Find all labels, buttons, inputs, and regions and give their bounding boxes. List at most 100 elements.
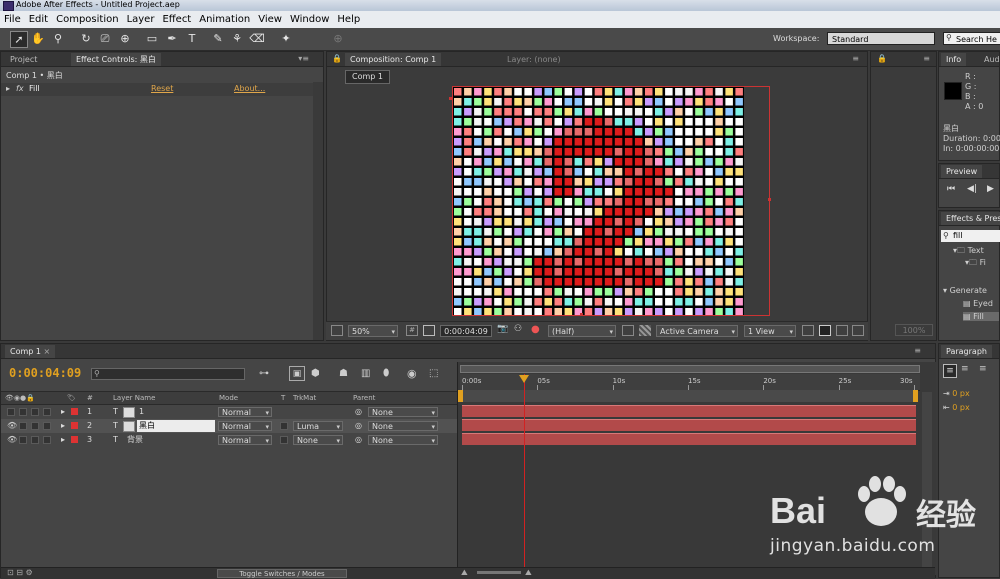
rotation-tool-icon[interactable]: ↻ bbox=[78, 31, 94, 46]
zoom-in-icon[interactable]: ⛰ bbox=[525, 568, 532, 578]
about-link[interactable]: About... bbox=[234, 84, 265, 93]
work-area-start[interactable] bbox=[458, 390, 463, 402]
panel-menu-icon[interactable]: ≡ bbox=[914, 346, 921, 355]
current-time-field[interactable]: 0:00:04:09 bbox=[440, 325, 492, 337]
camera-snapshot-icon[interactable]: 📷 bbox=[497, 324, 508, 334]
menu-composition[interactable]: Composition bbox=[52, 11, 122, 28]
layer-trkmat-select[interactable]: None bbox=[293, 435, 343, 446]
tab-audio[interactable]: Aud bbox=[979, 53, 1000, 66]
draft-3d-icon[interactable]: ⬢ bbox=[311, 368, 320, 379]
visibility-toggle[interactable] bbox=[7, 408, 15, 416]
hide-shy-layers-icon[interactable]: ☗ bbox=[339, 368, 348, 379]
layer-row-1[interactable]: ▸ 1 T 1 Normal ◎ None bbox=[1, 405, 457, 419]
layer-row-2[interactable]: 👁 ▸ 2 T 黑白 Normal Luma ◎ None bbox=[1, 419, 457, 433]
layer-mode-select[interactable]: Normal bbox=[218, 435, 272, 446]
expand-triangle-icon[interactable]: ▸ bbox=[61, 419, 65, 433]
zoom-slider[interactable] bbox=[477, 571, 521, 574]
menu-edit[interactable]: Edit bbox=[25, 11, 52, 28]
panel-menu-icon[interactable]: ▾≡ bbox=[298, 54, 309, 63]
current-time-marker-icon[interactable] bbox=[519, 375, 530, 383]
camera-view-select[interactable]: Active Camera bbox=[656, 325, 738, 338]
indent-first-value[interactable]: 0 px bbox=[952, 403, 969, 412]
scrollbar[interactable] bbox=[313, 82, 323, 340]
camera-tool-icon[interactable]: ⎚ bbox=[97, 31, 113, 46]
toggle-switches-modes-button[interactable]: Toggle Switches / Modes bbox=[217, 569, 347, 578]
effects-category-generate[interactable]: ▾ Generate bbox=[943, 286, 987, 295]
pickwhip-icon[interactable]: ◎ bbox=[355, 405, 362, 419]
graph-editor-icon[interactable]: ◉ bbox=[407, 367, 417, 380]
workspace-select[interactable]: Standard bbox=[827, 32, 935, 45]
tab-layer[interactable]: Layer: (none) bbox=[502, 53, 566, 66]
resolution-select[interactable]: (Half) bbox=[548, 325, 616, 338]
layer-name[interactable]: 黑白 bbox=[137, 420, 215, 432]
first-frame-icon[interactable]: ⏮ bbox=[947, 184, 955, 194]
timeline-graph-area[interactable]: 0:00s 05s 10s 15s 20s 25s 30s bbox=[457, 362, 936, 575]
preserve-transparency-toggle[interactable] bbox=[280, 422, 288, 430]
current-time-indicator[interactable] bbox=[524, 374, 526, 574]
layer-label-color[interactable] bbox=[71, 436, 78, 443]
tab-effect-controls[interactable]: Effect Controls: 黑白 bbox=[71, 53, 161, 66]
panel-menu-icon[interactable]: ≡ bbox=[852, 54, 859, 63]
text-tool-icon[interactable]: T bbox=[184, 31, 200, 46]
show-snapshot-icon[interactable]: ⚇ bbox=[514, 324, 522, 334]
layer-name[interactable]: 背景 bbox=[127, 433, 143, 447]
fast-previews-icon[interactable] bbox=[819, 325, 831, 336]
tab-paragraph[interactable]: Paragraph bbox=[941, 345, 992, 358]
eraser-tool-icon[interactable]: ⌫ bbox=[249, 31, 265, 46]
tab-comp1[interactable]: Comp 1 × bbox=[5, 345, 56, 358]
expand-triangle-icon[interactable]: ▸ bbox=[6, 84, 10, 93]
play-icon[interactable]: ▶ bbox=[987, 184, 994, 194]
menu-file[interactable]: File bbox=[0, 11, 25, 28]
view-layout-select[interactable]: 1 View bbox=[744, 325, 796, 338]
layer-bar-1[interactable] bbox=[462, 405, 916, 417]
layer-mode-select[interactable]: Normal bbox=[218, 421, 272, 432]
layer-mode-select[interactable]: Normal bbox=[218, 407, 272, 418]
work-area-bar[interactable] bbox=[458, 390, 918, 402]
pen-tool-icon[interactable]: ✒ bbox=[164, 31, 180, 46]
hand-tool-icon[interactable]: ✋ bbox=[30, 31, 46, 46]
rectangle-tool-icon[interactable]: ▭ bbox=[144, 31, 160, 46]
layer-bar-2[interactable] bbox=[462, 419, 916, 431]
pickwhip-icon[interactable]: ◎ bbox=[355, 419, 362, 433]
channel-icon[interactable]: ● bbox=[531, 324, 540, 335]
tab-project[interactable]: Project bbox=[5, 53, 42, 66]
solo-toggle[interactable] bbox=[19, 436, 27, 444]
pan-behind-tool-icon[interactable]: ⊕ bbox=[117, 31, 133, 46]
tab-effects-presets[interactable]: Effects & Pres bbox=[941, 212, 1000, 225]
effects-search-input[interactable]: fill bbox=[941, 230, 1000, 242]
menu-window[interactable]: Window bbox=[286, 11, 333, 28]
timeline-current-time[interactable]: 0:00:04:09 bbox=[9, 366, 81, 380]
layer-label-color[interactable] bbox=[71, 422, 78, 429]
timeline-icon[interactable] bbox=[836, 325, 848, 336]
layer-bar-3[interactable] bbox=[462, 433, 916, 445]
indent-first-field[interactable]: ⇤ 0 px bbox=[943, 403, 970, 412]
footer-switches-icon[interactable]: ⊡ ⊟ ⚙ bbox=[7, 568, 33, 577]
layer-parent-select[interactable]: None bbox=[368, 421, 438, 432]
expand-triangle-icon[interactable]: ▸ bbox=[61, 405, 65, 419]
brush-tool-icon[interactable]: ✎ bbox=[210, 31, 226, 46]
effects-item-fi[interactable]: ▾🗀 Fi bbox=[965, 257, 986, 271]
clone-stamp-tool-icon[interactable]: ⚘ bbox=[229, 31, 245, 46]
puppet-pin-tool-icon[interactable]: ✦ bbox=[278, 31, 294, 46]
layer-trkmat-select[interactable]: Luma bbox=[293, 421, 343, 432]
align-left-icon[interactable]: ≡ bbox=[943, 364, 957, 378]
shy-toggle[interactable] bbox=[43, 436, 51, 444]
menu-layer[interactable]: Layer bbox=[123, 11, 159, 28]
transparency-grid-icon[interactable] bbox=[639, 325, 651, 336]
tab-info[interactable]: Info bbox=[941, 53, 967, 66]
preserve-transparency-toggle[interactable] bbox=[280, 436, 288, 444]
reset-link[interactable]: Reset bbox=[151, 84, 173, 93]
layer-handle[interactable] bbox=[768, 198, 771, 201]
flowchart-icon[interactable] bbox=[852, 325, 864, 336]
brainstorm-icon[interactable]: ⬚ bbox=[429, 368, 438, 379]
indent-left-field[interactable]: ⇥ 0 px bbox=[943, 389, 970, 398]
layer-parent-select[interactable]: None bbox=[368, 407, 438, 418]
effects-item-fill[interactable]: ▤ Fill bbox=[963, 312, 999, 321]
composition-canvas[interactable] bbox=[452, 86, 744, 316]
close-icon[interactable]: × bbox=[44, 347, 51, 356]
tab-preview[interactable]: Preview bbox=[941, 165, 983, 178]
col-layer-name[interactable]: Layer Name bbox=[113, 392, 155, 404]
lock-icon[interactable]: 🔒 bbox=[877, 54, 887, 63]
magnification-select[interactable]: 50% bbox=[348, 325, 398, 338]
layer-name[interactable]: 1 bbox=[139, 405, 144, 419]
